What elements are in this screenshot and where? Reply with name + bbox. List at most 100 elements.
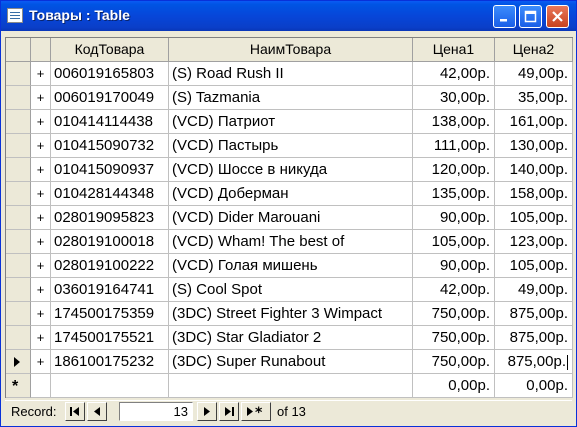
cell-price1[interactable]: 120,00р.: [413, 158, 495, 182]
cell-price1[interactable]: 42,00р.: [413, 278, 495, 302]
cell-name[interactable]: (VCD) Wham! The best of: [169, 230, 413, 254]
expand-toggle[interactable]: +: [31, 230, 51, 254]
new-cell-price2[interactable]: 0,00р.: [495, 374, 573, 398]
cell-name[interactable]: (VCD) Доберман: [169, 182, 413, 206]
cell-code[interactable]: 006019165803: [51, 62, 169, 86]
next-record-button[interactable]: [197, 402, 217, 421]
expand-toggle[interactable]: +: [31, 254, 51, 278]
cell-price2[interactable]: 875,00р.: [495, 350, 573, 374]
expand-toggle[interactable]: +: [31, 158, 51, 182]
cell-code[interactable]: 028019095823: [51, 206, 169, 230]
cell-code[interactable]: 010415090732: [51, 134, 169, 158]
cell-code[interactable]: 010415090937: [51, 158, 169, 182]
cell-price1[interactable]: 135,00р.: [413, 182, 495, 206]
cell-code[interactable]: 174500175521: [51, 326, 169, 350]
table-row[interactable]: +010414114438 (VCD) Патриот 138,00р. 161,00…: [6, 110, 573, 134]
row-selector[interactable]: [6, 302, 31, 326]
cell-price1[interactable]: 90,00р.: [413, 254, 495, 278]
new-record-button[interactable]: *: [241, 402, 271, 421]
select-all-corner[interactable]: [6, 38, 31, 62]
cell-price1[interactable]: 750,00р.: [413, 302, 495, 326]
cell-price2[interactable]: 105,00р.: [495, 206, 573, 230]
cell-price1[interactable]: 90,00р.: [413, 206, 495, 230]
column-header-price2[interactable]: Цена2: [495, 38, 573, 62]
cell-name[interactable]: (S) Cool Spot: [169, 278, 413, 302]
current-record-field[interactable]: 13: [119, 402, 193, 421]
row-selector[interactable]: [6, 110, 31, 134]
column-header-name[interactable]: НаимТовара: [169, 38, 413, 62]
cell-name[interactable]: (S) Road Rush II: [169, 62, 413, 86]
row-selector[interactable]: [6, 182, 31, 206]
row-selector[interactable]: [6, 254, 31, 278]
table-row[interactable]: +010428144348 (VCD) Доберман 135,00р. 158,0…: [6, 182, 573, 206]
table-row[interactable]: +010415090732 (VCD) Пастырь 111,00р. 130,00…: [6, 134, 573, 158]
cell-price1[interactable]: 105,00р.: [413, 230, 495, 254]
cell-price2[interactable]: 875,00р.: [495, 326, 573, 350]
cell-price2[interactable]: 35,00р.: [495, 86, 573, 110]
cell-name[interactable]: (VCD) Патриот: [169, 110, 413, 134]
column-header-price1[interactable]: Цена1: [413, 38, 495, 62]
cell-code[interactable]: 186100175232: [51, 350, 169, 374]
cell-price1[interactable]: 30,00р.: [413, 86, 495, 110]
cell-code[interactable]: 006019170049: [51, 86, 169, 110]
expand-toggle[interactable]: +: [31, 326, 51, 350]
row-selector[interactable]: [6, 230, 31, 254]
cell-price1[interactable]: 750,00р.: [413, 350, 495, 374]
row-selector[interactable]: [6, 86, 31, 110]
table-row[interactable]: +028019095823 (VCD) Dider Marouani 90,00р.…: [6, 206, 573, 230]
expand-toggle[interactable]: +: [31, 350, 51, 374]
new-cell-code[interactable]: [51, 374, 169, 398]
expand-toggle[interactable]: +: [31, 302, 51, 326]
expand-toggle[interactable]: +: [31, 134, 51, 158]
row-selector[interactable]: [6, 278, 31, 302]
cell-code[interactable]: 036019164741: [51, 278, 169, 302]
new-row-selector[interactable]: *: [6, 374, 31, 398]
expand-toggle[interactable]: +: [31, 278, 51, 302]
cell-price2[interactable]: 875,00р.: [495, 302, 573, 326]
cell-code[interactable]: 174500175359: [51, 302, 169, 326]
cell-name[interactable]: (VCD) Голая мишень: [169, 254, 413, 278]
cell-name[interactable]: (VCD) Шоссе в никуда: [169, 158, 413, 182]
cell-code[interactable]: 010414114438: [51, 110, 169, 134]
cell-name[interactable]: (VCD) Пастырь: [169, 134, 413, 158]
row-selector[interactable]: [6, 62, 31, 86]
last-record-button[interactable]: [219, 402, 239, 421]
maximize-button[interactable]: [519, 5, 542, 28]
cell-price1[interactable]: 42,00р.: [413, 62, 495, 86]
column-header-code[interactable]: КодТовара: [51, 38, 169, 62]
cell-name[interactable]: (S) Tazmania: [169, 86, 413, 110]
datasheet-grid[interactable]: КодТовара НаимТовара Цена1 Цена2 +006019…: [5, 37, 573, 398]
title-bar[interactable]: Товары : Table: [1, 1, 576, 31]
cell-code[interactable]: 010428144348: [51, 182, 169, 206]
expand-toggle[interactable]: +: [31, 182, 51, 206]
close-button[interactable]: [546, 5, 569, 28]
expand-toggle[interactable]: +: [31, 86, 51, 110]
table-row[interactable]: +174500175359 (3DC) Street Fighter 3 Wimp…: [6, 302, 573, 326]
cell-code[interactable]: 028019100222: [51, 254, 169, 278]
cell-name[interactable]: (VCD) Dider Marouani: [169, 206, 413, 230]
cell-price2[interactable]: 123,00р.: [495, 230, 573, 254]
table-row[interactable]: +036019164741 (S) Cool Spot 42,00р. 49,00р.: [6, 278, 573, 302]
first-record-button[interactable]: [65, 402, 85, 421]
row-selector[interactable]: [6, 158, 31, 182]
cell-price2[interactable]: 158,00р.: [495, 182, 573, 206]
expand-toggle[interactable]: +: [31, 206, 51, 230]
row-selector[interactable]: [6, 326, 31, 350]
cell-name[interactable]: (3DC) Super Runabout: [169, 350, 413, 374]
new-record-row[interactable]: * 0,00р. 0,00р.: [6, 374, 573, 398]
cell-price2[interactable]: 130,00р.: [495, 134, 573, 158]
table-row[interactable]: +010415090937 (VCD) Шоссе в никуда 120,00р…: [6, 158, 573, 182]
table-row[interactable]: +006019170049 (S) Tazmania 30,00р. 35,00р.: [6, 86, 573, 110]
row-selector[interactable]: [6, 134, 31, 158]
row-selector[interactable]: [6, 206, 31, 230]
row-selector[interactable]: [6, 350, 31, 374]
cell-price1[interactable]: 111,00р.: [413, 134, 495, 158]
minimize-button[interactable]: [493, 5, 516, 28]
table-row[interactable]: +186100175232 (3DC) Super Runabout 750,00р…: [6, 350, 573, 374]
cell-price2[interactable]: 140,00р.: [495, 158, 573, 182]
table-row[interactable]: +006019165803 (S) Road Rush II 42,00р. 49,0…: [6, 62, 573, 86]
expand-toggle[interactable]: +: [31, 62, 51, 86]
cell-price1[interactable]: 138,00р.: [413, 110, 495, 134]
table-row[interactable]: +028019100222 (VCD) Голая мишень 90,00р. 10…: [6, 254, 573, 278]
cell-code[interactable]: 028019100018: [51, 230, 169, 254]
